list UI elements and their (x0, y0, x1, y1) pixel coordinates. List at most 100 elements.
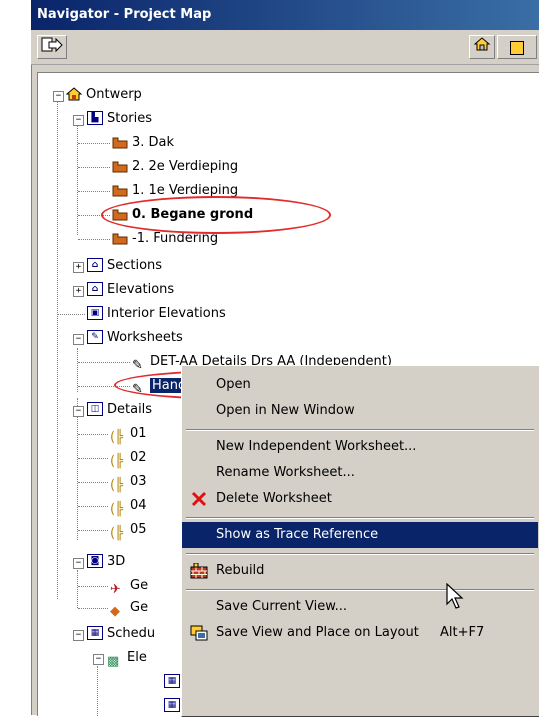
navigator-options-button[interactable] (37, 35, 67, 59)
collapse-toggle[interactable]: − (73, 115, 84, 126)
tree-item-story[interactable]: 3. Dak (112, 131, 174, 155)
section-icon: ⌂ (87, 257, 103, 272)
menu-item-label: Save View and Place on Layout (216, 625, 419, 640)
elevation-icon: ⌂ (87, 281, 103, 296)
tree-item-story[interactable]: 2. 2e Verdieping (112, 155, 238, 179)
tree-item-interior-elevations[interactable]: ▣ Interior Elevations (87, 302, 226, 326)
menu-item-label: Show as Trace Reference (216, 527, 379, 542)
tree-item-3d-view[interactable]: ✈ Ge (110, 574, 148, 598)
tree-label: Worksheets (107, 330, 183, 345)
menu-item-open[interactable]: Open (182, 372, 538, 398)
house-icon (473, 37, 491, 51)
menu-item-new-independent-worksheet[interactable]: New Independent Worksheet... (182, 434, 538, 460)
schedule-icon: ▦ (87, 625, 103, 640)
highlight-ellipse (101, 196, 331, 234)
cube-icon: ◆ (110, 603, 120, 619)
collapse-toggle[interactable]: − (53, 91, 64, 102)
menu-item-rename-worksheet[interactable]: Rename Worksheet... (182, 460, 538, 486)
menu-item-save-current-view[interactable]: Save Current View... (182, 594, 538, 620)
tree-label: 3D (107, 554, 126, 569)
detail-marker-icon: (╠ (110, 525, 123, 541)
menu-item-label: Delete Worksheet (216, 491, 332, 506)
tree-label: 04 (130, 498, 147, 513)
expand-toggle[interactable]: + (73, 286, 84, 297)
tree-item-detail[interactable]: (╠ 01 (110, 422, 147, 446)
context-menu: Open Open in New Window New Independent … (181, 365, 539, 717)
tree-label: Ge (130, 578, 149, 593)
camera-icon: ✈ (110, 581, 121, 597)
tree-item-detail[interactable]: (╠ 03 (110, 470, 147, 494)
tree-label: 03 (130, 474, 147, 489)
menu-separator (186, 429, 534, 431)
tree-label: Interior Elevations (107, 306, 226, 321)
menu-item-label: Open in New Window (216, 403, 355, 418)
tree-item-schedules[interactable]: ▦ Schedu (87, 622, 155, 646)
layout-place-icon (190, 625, 208, 641)
tree-item-detail[interactable]: (╠ 05 (110, 518, 147, 542)
interior-elevation-icon: ▣ (87, 305, 103, 320)
collapse-toggle[interactable]: − (73, 558, 84, 569)
detail-marker-icon: (╠ (110, 453, 123, 469)
house-icon (66, 86, 82, 100)
window-title: Navigator - Project Map (31, 0, 539, 30)
story-icon (112, 161, 128, 172)
detail-icon: ◫ (87, 401, 103, 416)
element-schedule-icon: ▩ (107, 653, 120, 669)
tree-item-detail[interactable]: (╠ 02 (110, 446, 147, 470)
folder-icon (510, 41, 524, 55)
tree-label: Details (107, 402, 153, 417)
menu-item-delete-worksheet[interactable]: Delete Worksheet (182, 486, 538, 512)
menu-item-save-view-place-layout[interactable]: Save View and Place on Layout Alt+F7 (182, 620, 538, 646)
red-x-icon (191, 491, 207, 507)
toolbar (31, 30, 539, 65)
tree-item-detail[interactable]: (╠ 04 (110, 494, 147, 518)
tree-label: Schedu (107, 626, 156, 641)
menu-item-show-as-trace-reference[interactable]: Show as Trace Reference (182, 522, 538, 548)
view-map-tab-button[interactable] (497, 35, 537, 59)
tree-item-3d[interactable]: ◙ 3D (87, 550, 125, 574)
tree-label: Elevations (107, 282, 175, 297)
menu-item-label: Open (216, 377, 251, 392)
story-icon (112, 233, 128, 244)
collapse-toggle[interactable]: − (73, 630, 84, 641)
table-icon: ▦ (164, 697, 180, 712)
brick-wall-icon (190, 563, 208, 579)
detail-marker-icon: (╠ (110, 429, 123, 445)
expand-toggle[interactable]: + (73, 262, 84, 273)
tree-item-stories[interactable]: ▙ Stories (87, 107, 152, 131)
menu-separator (186, 553, 534, 555)
story-icon (112, 185, 128, 196)
tree-item-root[interactable]: Ontwerp (66, 83, 142, 107)
collapse-toggle[interactable]: − (93, 654, 104, 665)
stories-icon: ▙ (87, 110, 103, 125)
tree-item-elevations[interactable]: ⌂ Elevations (87, 278, 174, 302)
menu-item-label: Rename Worksheet... (216, 465, 355, 480)
tree-label: Sections (107, 258, 163, 273)
tree-label: Ele (127, 650, 147, 665)
worksheet-icon: ✎ (87, 329, 103, 344)
collapse-toggle[interactable]: − (73, 406, 84, 417)
tree-item-schedule-group[interactable]: ▩ Ele (107, 646, 147, 670)
tree-item-sections[interactable]: ⌂ Sections (87, 254, 162, 278)
table-icon: ▦ (164, 673, 180, 688)
menu-item-open-new-window[interactable]: Open in New Window (182, 398, 538, 424)
story-icon (112, 137, 128, 148)
menu-item-label: Save Current View... (216, 599, 348, 614)
project-map-tab-button[interactable] (469, 35, 495, 59)
menu-item-rebuild[interactable]: Rebuild (182, 558, 538, 584)
tree-item-details[interactable]: ◫ Details (87, 398, 152, 422)
pencil-icon: ✎ (132, 357, 143, 373)
tree-item-worksheets[interactable]: ✎ Worksheets (87, 326, 183, 350)
menu-separator (186, 589, 534, 591)
tree-label: Ontwerp (86, 87, 142, 102)
arrow-export-icon (41, 37, 63, 53)
tree-label: 2. 2e Verdieping (132, 159, 239, 174)
collapse-toggle[interactable]: − (73, 334, 84, 345)
menu-separator (186, 517, 534, 519)
menu-item-label: New Independent Worksheet... (216, 439, 417, 454)
mouse-cursor-icon (446, 583, 464, 609)
menu-item-label: Rebuild (216, 563, 265, 578)
tree-item-3d-view[interactable]: ◆ Ge (110, 596, 148, 620)
menu-item-shortcut: Alt+F7 (440, 625, 485, 640)
tree-label: 3. Dak (132, 135, 175, 150)
